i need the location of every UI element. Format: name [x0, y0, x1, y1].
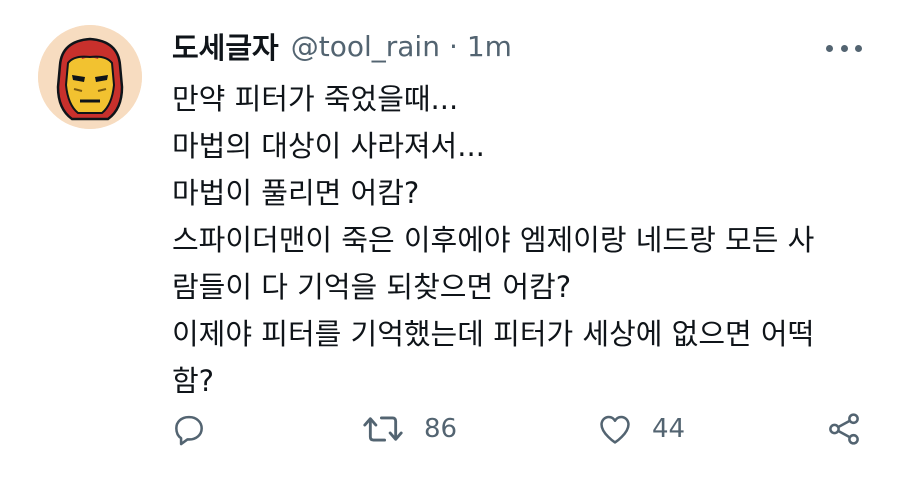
- tweet-header: 도세글자 @tool_rain · 1m: [172, 26, 512, 66]
- tweet-text-line: 스파이더맨이 죽은 이후에야 엠제이랑 네드랑 모든 사: [172, 223, 815, 257]
- share-button[interactable]: [825, 405, 863, 453]
- reply-button[interactable]: [170, 405, 208, 453]
- more-options-icon[interactable]: [826, 34, 862, 62]
- tweet-text-line: 함?: [172, 364, 215, 398]
- tweet-text-line: 마법이 풀리면 어캄?: [172, 176, 420, 210]
- heart-icon: [600, 415, 630, 444]
- reply-icon: [175, 415, 203, 446]
- user-handle[interactable]: @tool_rain: [291, 30, 440, 63]
- timestamp[interactable]: 1m: [467, 30, 512, 63]
- retweet-count: 86: [424, 414, 458, 444]
- action-bar: 86 44: [0, 405, 900, 453]
- tweet-text-line: 이제야 피터를 기억했는데 피터가 세상에 없으면 어떡: [172, 317, 815, 351]
- retweet-button[interactable]: 86: [360, 405, 457, 453]
- share-icon: [829, 413, 859, 445]
- dot-2: [840, 44, 848, 52]
- display-name[interactable]: 도세글자: [172, 25, 279, 67]
- tweet-text-line: 람들이 다 기억을 되찾으면 어캄?: [172, 270, 572, 304]
- tweet-text-line: 마법의 대상이 사라져서...: [172, 129, 485, 163]
- like-count: 44: [652, 414, 686, 444]
- tweet-text: 만약 피터가 죽었을때... 마법의 대상이 사라져서... 마법이 풀리면 어…: [172, 76, 872, 405]
- tweet-card[interactable]: 도세글자 @tool_rain · 1m 만약 피터가 죽었을때... 마법의 …: [0, 0, 900, 483]
- retweet-icon: [363, 416, 403, 442]
- iron-man-helmet-icon: [38, 25, 142, 129]
- avatar[interactable]: [38, 25, 142, 129]
- like-button[interactable]: 44: [596, 405, 685, 453]
- tweet-text-line: 만약 피터가 죽었을때...: [172, 82, 459, 116]
- separator-dot: ·: [448, 29, 458, 63]
- dot-3: [855, 44, 862, 52]
- dot-1: [826, 44, 833, 52]
